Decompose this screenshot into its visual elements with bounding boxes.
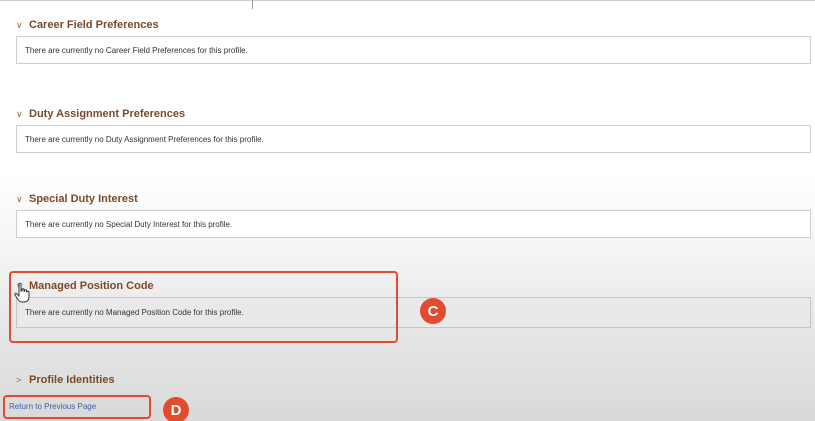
section-content-box: There are currently no Duty Assignment P… xyxy=(16,125,811,153)
section-header-profile-identities[interactable]: > Profile Identities xyxy=(16,372,812,388)
chevron-down-icon: ∨ xyxy=(16,193,23,204)
callout-badge-d: D xyxy=(163,397,189,421)
section-special-duty-interest: ∨ Special Duty Interest There are curren… xyxy=(16,191,812,238)
callout-box-d xyxy=(3,395,151,419)
section-empty-message: There are currently no Career Field Pref… xyxy=(25,45,248,55)
section-content-box: There are currently no Career Field Pref… xyxy=(16,36,811,64)
section-empty-message: There are currently no Special Duty Inte… xyxy=(25,219,233,229)
section-empty-message: There are currently no Duty Assignment P… xyxy=(25,134,264,144)
section-content-box: There are currently no Special Duty Inte… xyxy=(16,210,811,238)
chevron-right-icon: > xyxy=(16,375,22,385)
hand-pointer-icon xyxy=(14,282,30,303)
section-header-duty-assignment-preferences[interactable]: ∨ Duty Assignment Preferences xyxy=(16,106,812,122)
section-header-special-duty-interest[interactable]: ∨ Special Duty Interest xyxy=(16,191,812,207)
chevron-down-icon: ∨ xyxy=(16,108,23,119)
section-title: Duty Assignment Preferences xyxy=(29,108,186,120)
section-title: Career Field Preferences xyxy=(29,19,159,31)
callout-box-c xyxy=(9,271,398,343)
top-divider xyxy=(252,0,253,9)
callout-badge-c: C xyxy=(420,298,446,324)
chevron-down-icon: ∨ xyxy=(16,19,23,30)
section-profile-identities: > Profile Identities xyxy=(16,372,812,388)
section-title: Profile Identities xyxy=(29,374,115,386)
section-career-field-preferences: ∨ Career Field Preferences There are cur… xyxy=(16,17,812,64)
section-title: Special Duty Interest xyxy=(29,193,138,205)
section-duty-assignment-preferences: ∨ Duty Assignment Preferences There are … xyxy=(16,106,812,153)
section-header-career-field-preferences[interactable]: ∨ Career Field Preferences xyxy=(16,17,812,33)
top-border xyxy=(0,0,815,1)
